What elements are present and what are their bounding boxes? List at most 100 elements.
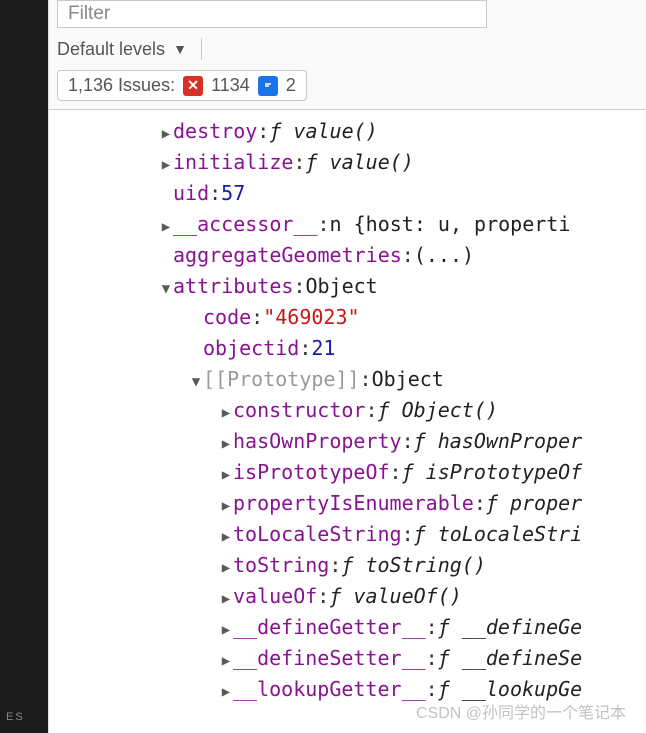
disclosure-closed-icon[interactable]: ▶ [219, 465, 233, 487]
property-key: [[Prototype]] [203, 364, 360, 395]
colon: : [257, 116, 269, 147]
colon: : [474, 488, 486, 519]
disclosure-closed-icon[interactable]: ▶ [159, 124, 173, 146]
console-property-row[interactable]: uid: 57 [49, 178, 646, 209]
colon: : [402, 240, 414, 271]
colon: : [251, 302, 263, 333]
disclosure-closed-icon[interactable]: ▶ [219, 589, 233, 611]
console-property-row[interactable]: ▼[[Prototype]]: Object [49, 364, 646, 395]
console-property-row[interactable]: ▶__defineSetter__: ƒ __defineSe [49, 643, 646, 674]
disclosure-closed-icon[interactable]: ▶ [159, 155, 173, 177]
property-key: objectid [203, 333, 299, 364]
colon: : [318, 209, 330, 240]
console-property-row[interactable]: ▶toLocaleString: ƒ toLocaleStri [49, 519, 646, 550]
property-key: code [203, 302, 251, 333]
console-property-row[interactable]: ▶toString: ƒ toString() [49, 550, 646, 581]
console-output[interactable]: ▶destroy: ƒ value()▶initialize: ƒ value(… [49, 110, 646, 733]
error-icon: ✕ [183, 76, 203, 96]
left-sidebar: ES [0, 0, 48, 733]
property-key: hasOwnProperty [233, 426, 402, 457]
disclosure-closed-icon[interactable]: ▶ [219, 527, 233, 549]
function-value: ƒ hasOwnProper [414, 426, 583, 457]
info-icon [258, 76, 278, 96]
disclosure-closed-icon[interactable]: ▶ [219, 496, 233, 518]
disclosure-closed-icon[interactable]: ▶ [219, 682, 233, 704]
colon: : [402, 426, 414, 457]
property-key: __defineSetter__ [233, 643, 426, 674]
property-key: valueOf [233, 581, 317, 612]
number-value: 21 [311, 333, 335, 364]
property-key: destroy [173, 116, 257, 147]
object-value: n {host: u, properti [330, 209, 571, 240]
colon: : [329, 550, 341, 581]
app-root: ES Filter Default levels ▼ 1,136 Issues:… [0, 0, 646, 733]
disclosure-open-icon[interactable]: ▼ [189, 372, 203, 394]
string-value: "469023" [263, 302, 359, 333]
chevron-down-icon: ▼ [173, 41, 187, 57]
colon: : [317, 581, 329, 612]
console-property-row[interactable]: aggregateGeometries: (...) [49, 240, 646, 271]
disclosure-closed-icon[interactable]: ▶ [219, 558, 233, 580]
disclosure-open-icon[interactable]: ▼ [159, 279, 173, 301]
function-value: ƒ toString() [341, 550, 486, 581]
property-key: propertyIsEnumerable [233, 488, 474, 519]
object-value: Object [372, 364, 444, 395]
function-value: ƒ proper [486, 488, 582, 519]
disclosure-closed-icon[interactable]: ▶ [219, 434, 233, 456]
function-value: ƒ toLocaleStri [414, 519, 583, 550]
sidebar-label: ES [6, 711, 25, 723]
colon: : [293, 271, 305, 302]
number-value: 57 [221, 178, 245, 209]
log-levels-label: Default levels [57, 39, 165, 60]
console-toolbar: Filter Default levels ▼ 1,136 Issues: ✕ … [49, 0, 646, 110]
colon: : [426, 612, 438, 643]
colon: : [390, 457, 402, 488]
colon: : [360, 364, 372, 395]
watermark-text: CSDN @孙同学的一个笔记本 [416, 702, 626, 727]
console-property-row[interactable]: ▶propertyIsEnumerable: ƒ proper [49, 488, 646, 519]
console-property-row[interactable]: ▶__defineGetter__: ƒ __defineGe [49, 612, 646, 643]
console-property-row[interactable]: ▶destroy: ƒ value() [49, 116, 646, 147]
toolbar-divider [201, 38, 202, 60]
issues-label: 1,136 Issues: [68, 75, 175, 96]
colon: : [209, 178, 221, 209]
property-key: __lookupGetter__ [233, 674, 426, 705]
console-property-row[interactable]: code: "469023" [49, 302, 646, 333]
function-value: ƒ value() [305, 147, 413, 178]
colon: : [293, 147, 305, 178]
function-value: ƒ Object() [378, 395, 498, 426]
console-property-row[interactable]: ▶__lookupGetter__: ƒ __lookupGe [49, 674, 646, 705]
disclosure-closed-icon[interactable]: ▶ [159, 217, 173, 239]
property-key: toLocaleString [233, 519, 402, 550]
devtools-console-panel: Filter Default levels ▼ 1,136 Issues: ✕ … [48, 0, 646, 733]
console-property-row[interactable]: ▶constructor: ƒ Object() [49, 395, 646, 426]
info-count: 2 [286, 75, 296, 96]
property-key: aggregateGeometries [173, 240, 402, 271]
filter-input[interactable]: Filter [57, 0, 487, 28]
console-property-row[interactable]: ▶valueOf: ƒ valueOf() [49, 581, 646, 612]
console-property-row[interactable]: ▶isPrototypeOf: ƒ isPrototypeOf [49, 457, 646, 488]
colon: : [402, 519, 414, 550]
console-property-row[interactable]: ▶__accessor__: n {host: u, properti [49, 209, 646, 240]
colon: : [365, 395, 377, 426]
property-key: constructor [233, 395, 365, 426]
console-property-row[interactable]: ▶initialize: ƒ value() [49, 147, 646, 178]
colon: : [299, 333, 311, 364]
issues-button[interactable]: 1,136 Issues: ✕ 1134 2 [57, 70, 307, 101]
disclosure-closed-icon[interactable]: ▶ [219, 651, 233, 673]
function-value: ƒ value() [269, 116, 377, 147]
property-key: initialize [173, 147, 293, 178]
property-key: uid [173, 178, 209, 209]
disclosure-closed-icon[interactable]: ▶ [219, 403, 233, 425]
colon: : [426, 643, 438, 674]
error-count: 1134 [211, 75, 250, 96]
property-key: isPrototypeOf [233, 457, 390, 488]
object-value: Object [305, 271, 377, 302]
console-property-row[interactable]: ▶hasOwnProperty: ƒ hasOwnProper [49, 426, 646, 457]
console-property-row[interactable]: ▼attributes: Object [49, 271, 646, 302]
property-key: toString [233, 550, 329, 581]
disclosure-closed-icon[interactable]: ▶ [219, 620, 233, 642]
log-levels-dropdown[interactable]: Default levels ▼ [57, 38, 638, 60]
console-property-row[interactable]: objectid: 21 [49, 333, 646, 364]
function-value: ƒ __defineGe [438, 612, 583, 643]
